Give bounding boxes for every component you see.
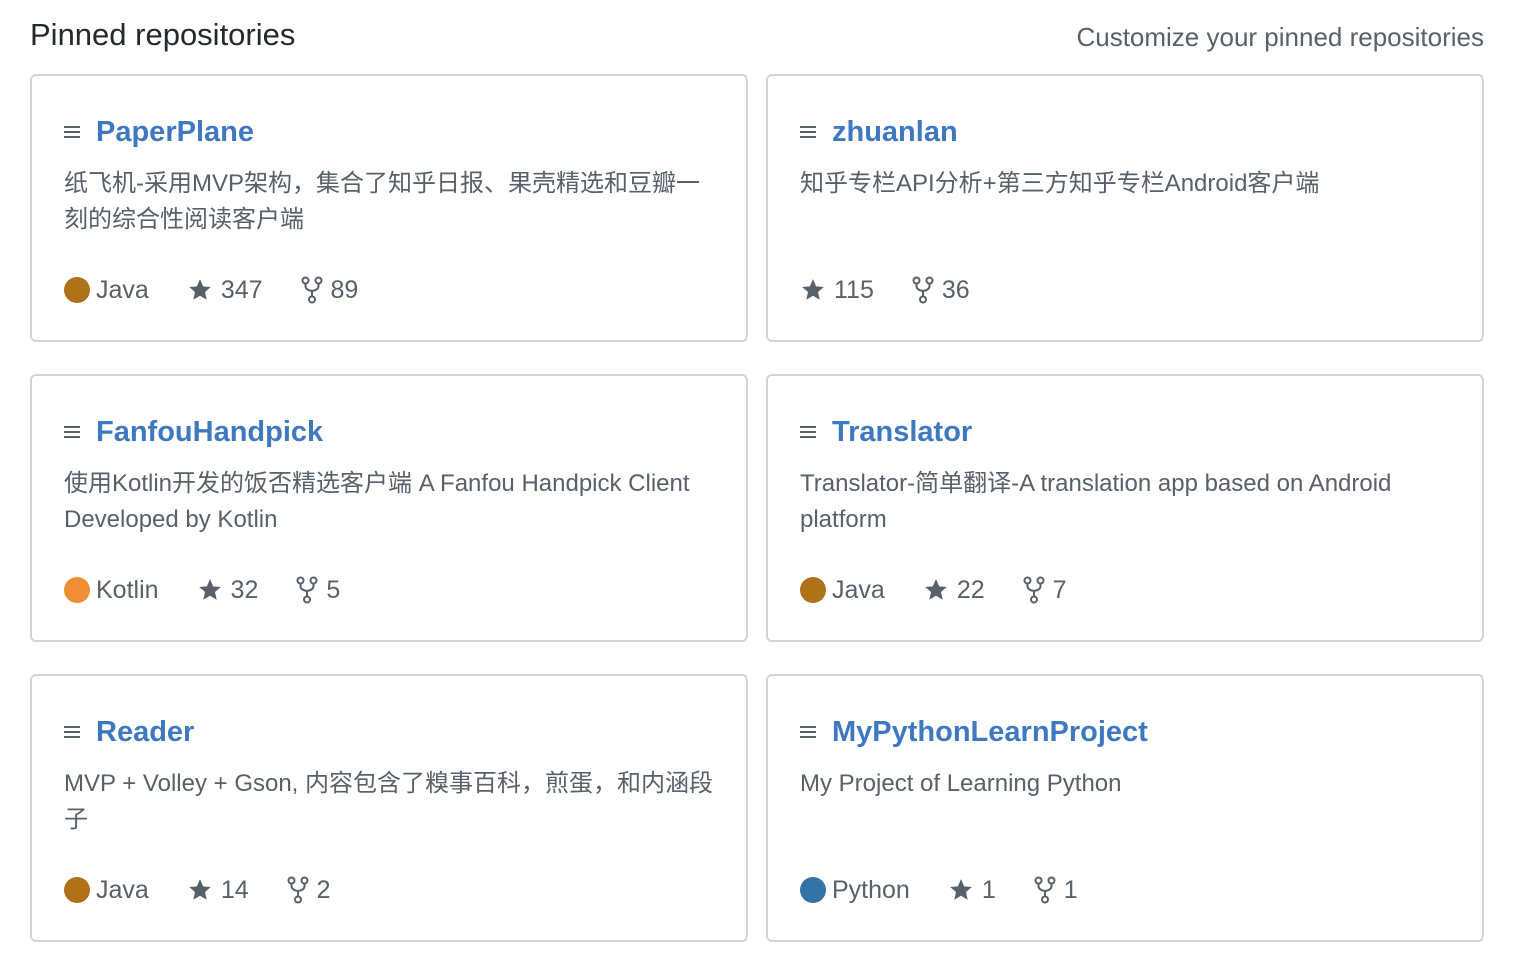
repo-list-icon xyxy=(64,124,80,140)
forks-count: 2 xyxy=(316,876,331,904)
language-color-dot xyxy=(64,877,90,903)
repo-meta: Python 1 1 xyxy=(800,874,1116,906)
repo-description: 纸飞机-采用MVP架构，集合了知乎日报、果壳精选和豆瓣一刻的综合性阅读客户端 xyxy=(64,170,700,233)
fork-icon xyxy=(1034,876,1056,904)
repo-card: FanfouHandpick 使用Kotlin开发的饭否精选客户端 A Fanf… xyxy=(30,374,748,642)
repo-meta: Java 347 89 xyxy=(64,274,396,306)
forks-link[interactable]: 5 xyxy=(296,574,340,606)
repo-description: My Project of Learning Python xyxy=(800,770,1122,797)
fork-icon xyxy=(296,576,318,604)
pinned-header: Pinned repositories Customize your pinne… xyxy=(30,14,1484,58)
stars-count: 22 xyxy=(956,576,985,604)
forks-link[interactable]: 1 xyxy=(1034,874,1078,906)
repo-card: zhuanlan 知乎专栏API分析+第三方知乎专栏Android客户端 115… xyxy=(766,74,1484,342)
repo-card: Translator Translator-简单翻译-A translation… xyxy=(766,374,1484,642)
star-icon xyxy=(197,577,223,603)
repo-description: Translator-简单翻译-A translation app based … xyxy=(800,470,1392,533)
repo-name-link[interactable]: FanfouHandpick xyxy=(96,412,323,452)
repo-name-link[interactable]: zhuanlan xyxy=(832,112,958,152)
stars-link[interactable]: 32 xyxy=(197,574,259,606)
language-label: Java xyxy=(96,876,149,904)
repo-description: MVP + Volley + Gson, 内容包含了糗事百科，煎蛋，和内涵段子 xyxy=(64,770,714,833)
language-color-dot xyxy=(64,577,90,603)
repo-meta: 115 36 xyxy=(800,274,1008,306)
star-icon xyxy=(187,277,213,303)
language-label: Java xyxy=(96,276,149,304)
language-indicator: Java xyxy=(64,874,149,906)
star-icon xyxy=(948,877,974,903)
repo-title-row: Reader xyxy=(64,712,714,752)
forks-link[interactable]: 7 xyxy=(1023,574,1067,606)
language-label: Java xyxy=(832,576,885,604)
repo-name-link[interactable]: PaperPlane xyxy=(96,112,254,152)
language-indicator: Kotlin xyxy=(64,574,159,606)
stars-link[interactable]: 115 xyxy=(800,274,874,306)
repo-meta: Java 14 2 xyxy=(64,874,369,906)
repo-title-row: zhuanlan xyxy=(800,112,1450,152)
repo-card: PaperPlane 纸飞机-采用MVP架构，集合了知乎日报、果壳精选和豆瓣一刻… xyxy=(30,74,748,342)
stars-count: 115 xyxy=(834,276,874,304)
repo-title-row: FanfouHandpick xyxy=(64,412,714,452)
stars-link[interactable]: 347 xyxy=(187,274,263,306)
language-indicator: Java xyxy=(64,274,149,306)
forks-link[interactable]: 89 xyxy=(301,274,359,306)
repo-description: 知乎专栏API分析+第三方知乎专栏Android客户端 xyxy=(800,170,1320,197)
repo-card: MyPythonLearnProject My Project of Learn… xyxy=(766,674,1484,942)
customize-pinned-link[interactable]: Customize your pinned repositories xyxy=(1076,18,1484,56)
fork-icon xyxy=(912,276,934,304)
star-icon xyxy=(800,277,826,303)
language-indicator: Python xyxy=(800,874,910,906)
forks-count: 5 xyxy=(326,576,341,604)
stars-link[interactable]: 1 xyxy=(948,874,996,906)
language-label: Kotlin xyxy=(96,576,159,604)
pinned-repo-grid: PaperPlane 纸飞机-采用MVP架构，集合了知乎日报、果壳精选和豆瓣一刻… xyxy=(30,74,1484,942)
fork-icon xyxy=(287,876,309,904)
stars-count: 32 xyxy=(230,576,259,604)
star-icon xyxy=(187,877,213,903)
forks-count: 7 xyxy=(1052,576,1067,604)
repo-list-icon xyxy=(800,424,816,440)
stars-link[interactable]: 14 xyxy=(187,874,249,906)
repo-meta: Kotlin 32 5 xyxy=(64,574,378,606)
repo-card: Reader MVP + Volley + Gson, 内容包含了糗事百科，煎蛋… xyxy=(30,674,748,942)
forks-count: 89 xyxy=(330,276,359,304)
forks-count: 36 xyxy=(941,276,970,304)
repo-name-link[interactable]: Translator xyxy=(832,412,972,452)
repo-name-link[interactable]: Reader xyxy=(96,712,194,752)
repo-title-row: MyPythonLearnProject xyxy=(800,712,1450,752)
stars-count: 1 xyxy=(981,876,996,904)
fork-icon xyxy=(1023,576,1045,604)
repo-meta: Java 22 7 xyxy=(800,574,1105,606)
repo-list-icon xyxy=(64,424,80,440)
stars-count: 14 xyxy=(220,876,249,904)
star-icon xyxy=(923,577,949,603)
language-color-dot xyxy=(800,877,826,903)
language-indicator: Java xyxy=(800,574,885,606)
repo-title-row: PaperPlane xyxy=(64,112,714,152)
repo-title-row: Translator xyxy=(800,412,1450,452)
repo-list-icon xyxy=(800,124,816,140)
stars-count: 347 xyxy=(220,276,263,304)
repo-description: 使用Kotlin开发的饭否精选客户端 A Fanfou Handpick Cli… xyxy=(64,470,690,533)
language-color-dot xyxy=(64,277,90,303)
forks-link[interactable]: 36 xyxy=(912,274,970,306)
repo-list-icon xyxy=(800,724,816,740)
language-label: Python xyxy=(832,876,910,904)
repo-name-link[interactable]: MyPythonLearnProject xyxy=(832,712,1148,752)
language-color-dot xyxy=(800,577,826,603)
stars-link[interactable]: 22 xyxy=(923,574,985,606)
forks-link[interactable]: 2 xyxy=(287,874,331,906)
forks-count: 1 xyxy=(1063,876,1078,904)
repo-list-icon xyxy=(64,724,80,740)
section-title: Pinned repositories xyxy=(30,17,296,52)
fork-icon xyxy=(301,276,323,304)
